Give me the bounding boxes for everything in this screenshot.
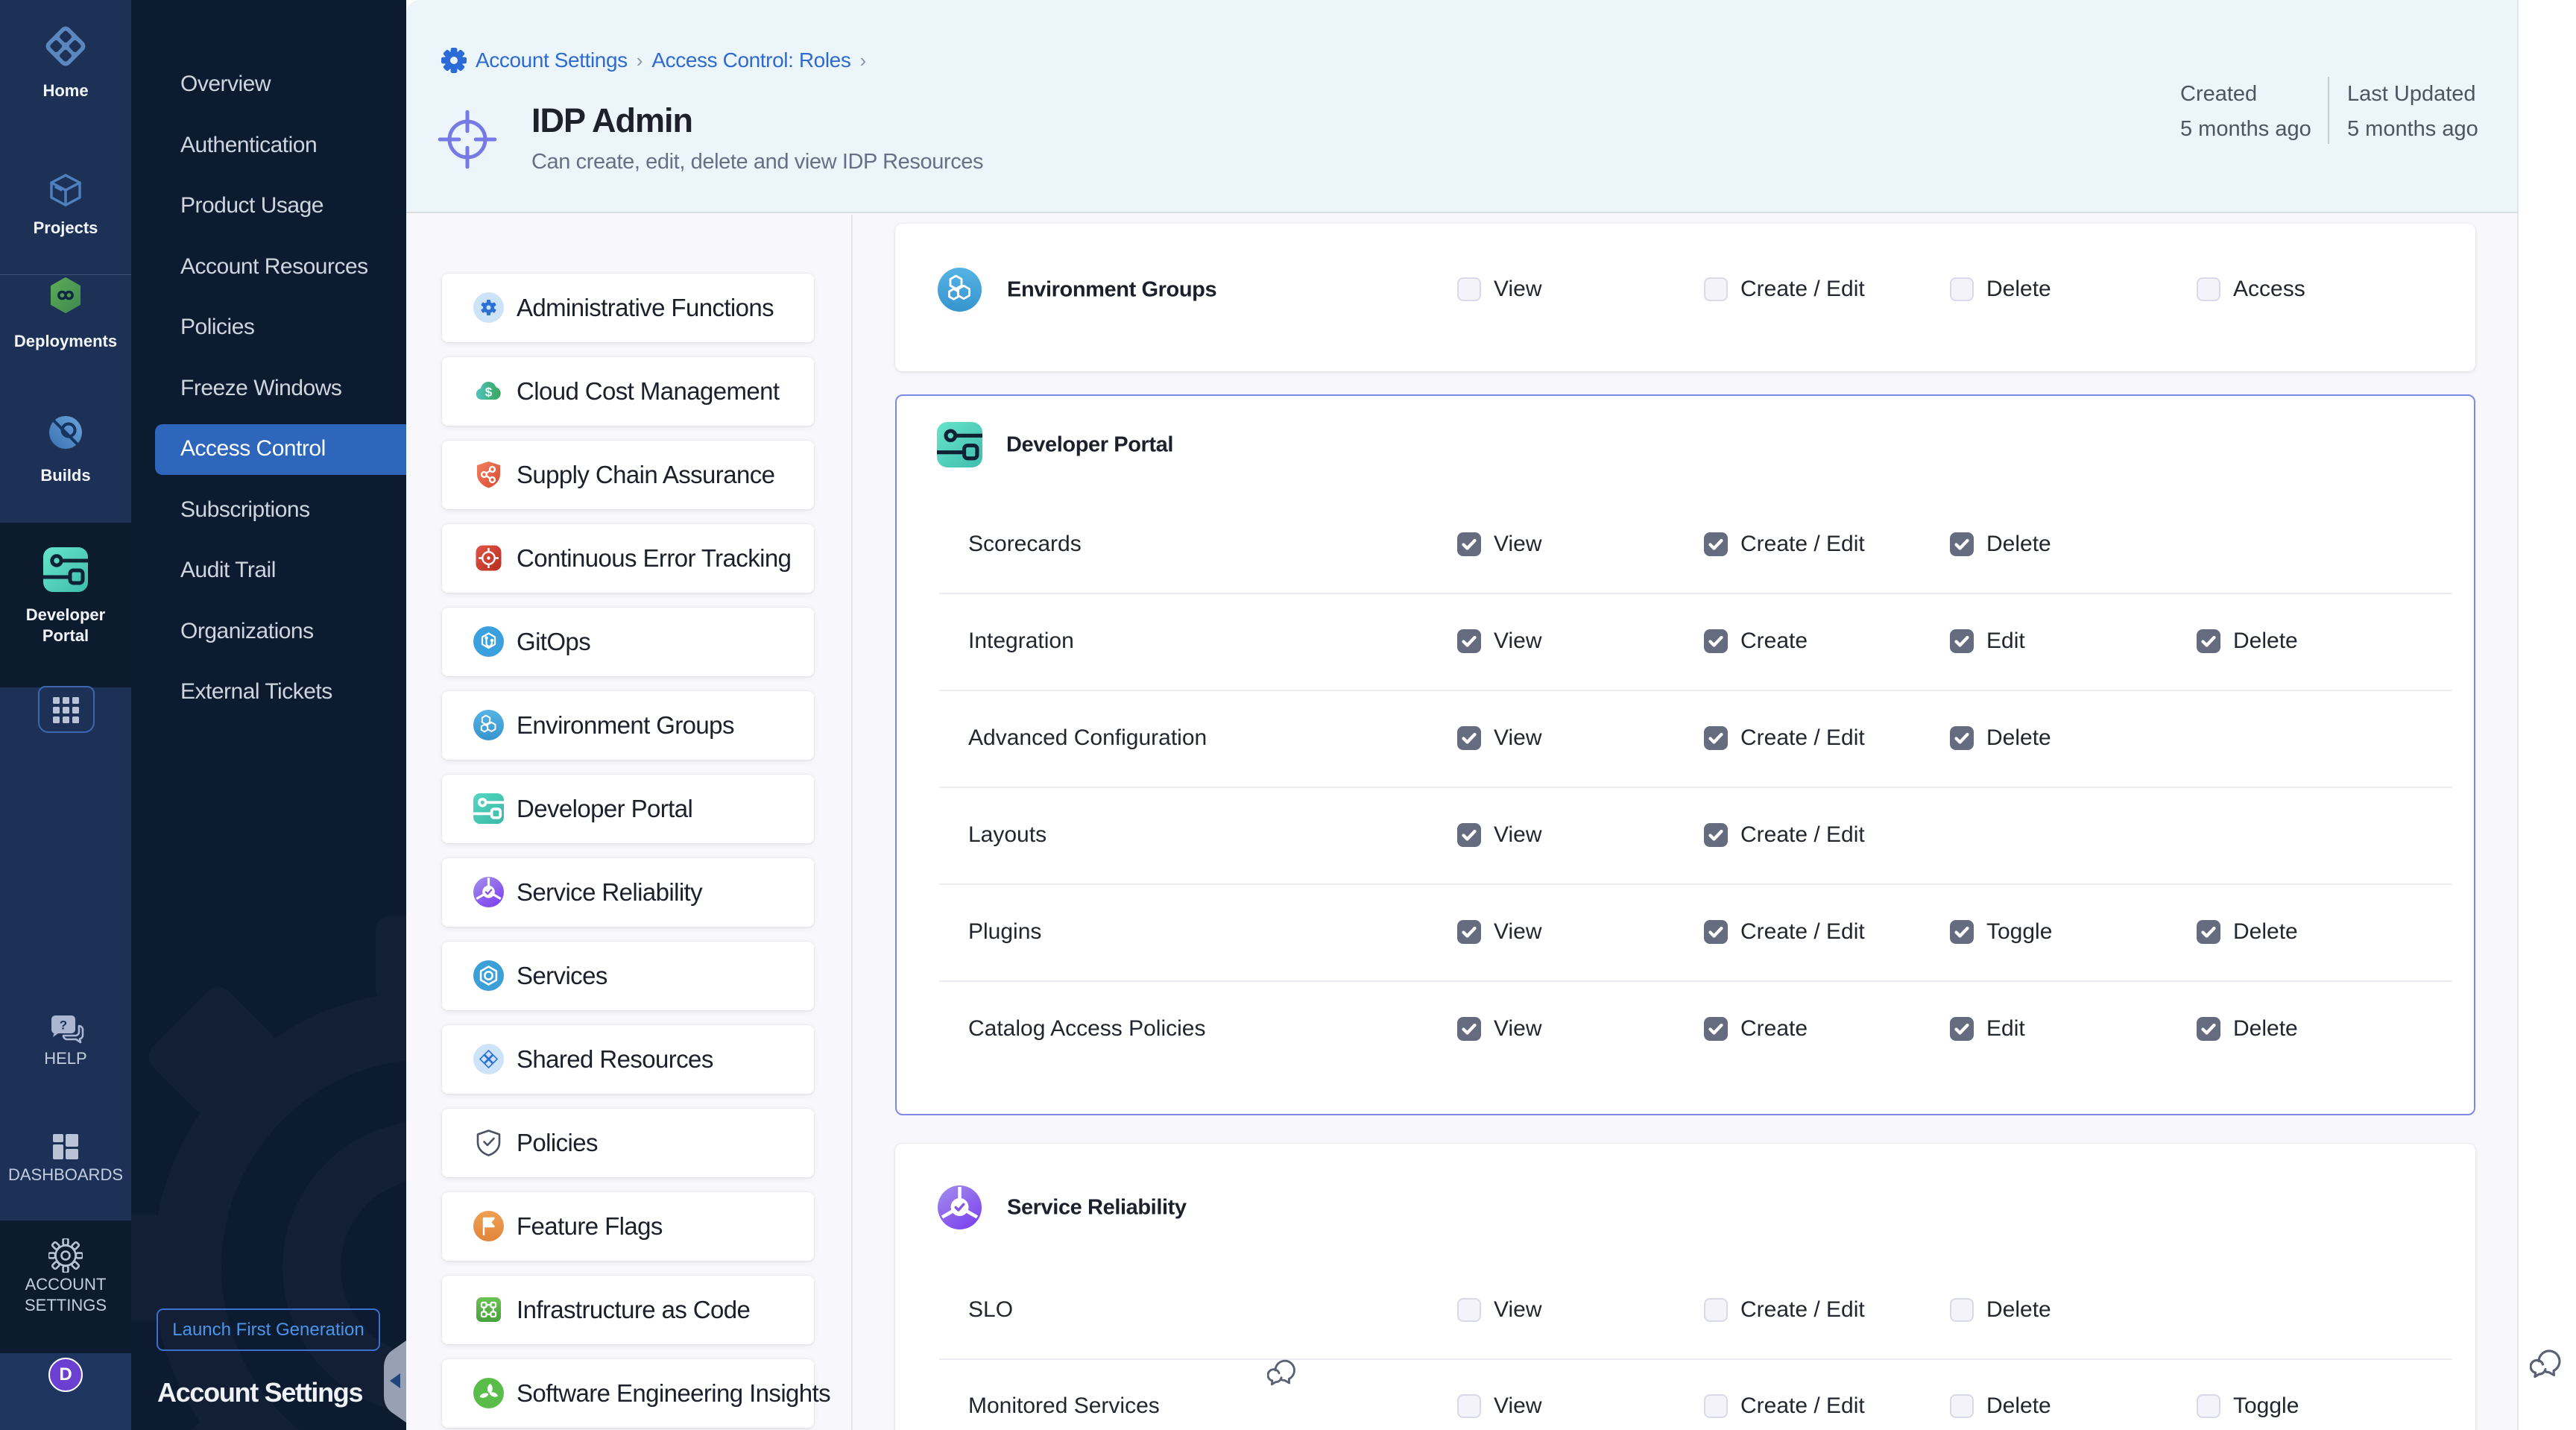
svg-text:$: $ [485,385,493,400]
svg-text:?: ? [60,1018,67,1033]
